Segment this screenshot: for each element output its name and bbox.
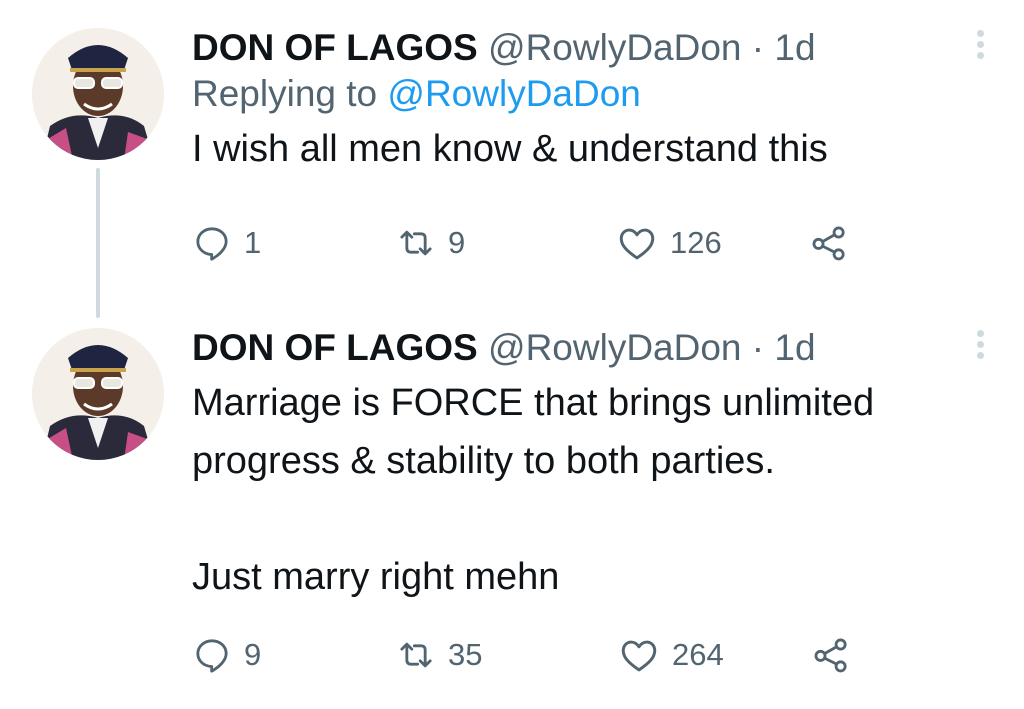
handle[interactable]: @RowlyDaDon: [488, 27, 741, 68]
reply-icon: [196, 639, 228, 673]
timestamp[interactable]: 1d: [774, 327, 815, 368]
share-icon: [814, 638, 847, 673]
thread-line: [96, 168, 100, 318]
tweet-actions: 9 35 264: [192, 634, 852, 676]
like-count: 126: [670, 225, 722, 260]
separator: ·: [741, 327, 775, 368]
tweet-content: DON OF LAGOS @RowlyDaDon · 1d Marriage i…: [192, 326, 984, 606]
tweet-content: DON OF LAGOS @RowlyDaDon · 1d Replying t…: [192, 26, 984, 178]
retweet-icon: [400, 642, 432, 668]
avatar-image: [32, 28, 164, 160]
share-button[interactable]: [808, 222, 850, 264]
tweet-text: I wish all men know & understand this: [192, 128, 828, 170]
tweet-header: DON OF LAGOS @RowlyDaDon · 1d: [192, 26, 984, 70]
reply-icon: [196, 227, 228, 261]
like-count: 264: [672, 637, 724, 672]
heart-icon: [621, 640, 657, 672]
retweet-button[interactable]: 9: [396, 223, 616, 263]
tweet-text: Marriage is FORCE that brings unlimited …: [192, 382, 875, 598]
separator: ·: [741, 27, 775, 68]
avatar-image: [32, 328, 164, 460]
display-name[interactable]: DON OF LAGOS: [192, 327, 478, 368]
reply-count: 9: [244, 637, 262, 672]
handle[interactable]: @RowlyDaDon: [488, 327, 741, 368]
more-vertical-icon[interactable]: [972, 330, 988, 363]
reply-button[interactable]: 1: [192, 223, 396, 263]
share-button[interactable]: [810, 634, 852, 676]
mention-link[interactable]: @RowlyDaDon: [387, 73, 640, 114]
display-name[interactable]: DON OF LAGOS: [192, 27, 478, 68]
like-button[interactable]: 264: [618, 634, 810, 676]
tweet-header: DON OF LAGOS @RowlyDaDon · 1d: [192, 326, 984, 370]
retweet-button[interactable]: 35: [396, 635, 618, 675]
reply-count: 1: [244, 225, 262, 260]
like-button[interactable]: 126: [616, 222, 808, 264]
retweet-count: 9: [448, 225, 466, 260]
reply-button[interactable]: 9: [192, 635, 396, 675]
retweet-count: 35: [448, 637, 483, 672]
replying-to-label: Replying to: [192, 73, 388, 114]
tweet-actions: 1 9 126: [192, 222, 850, 264]
replying-to: Replying to @RowlyDaDon: [192, 72, 984, 116]
avatar[interactable]: [32, 28, 164, 160]
avatar[interactable]: [32, 328, 164, 460]
more-vertical-icon[interactable]: [972, 30, 988, 63]
share-icon: [812, 226, 845, 261]
heart-icon: [619, 228, 655, 260]
retweet-icon: [400, 230, 432, 256]
timestamp[interactable]: 1d: [774, 27, 815, 68]
